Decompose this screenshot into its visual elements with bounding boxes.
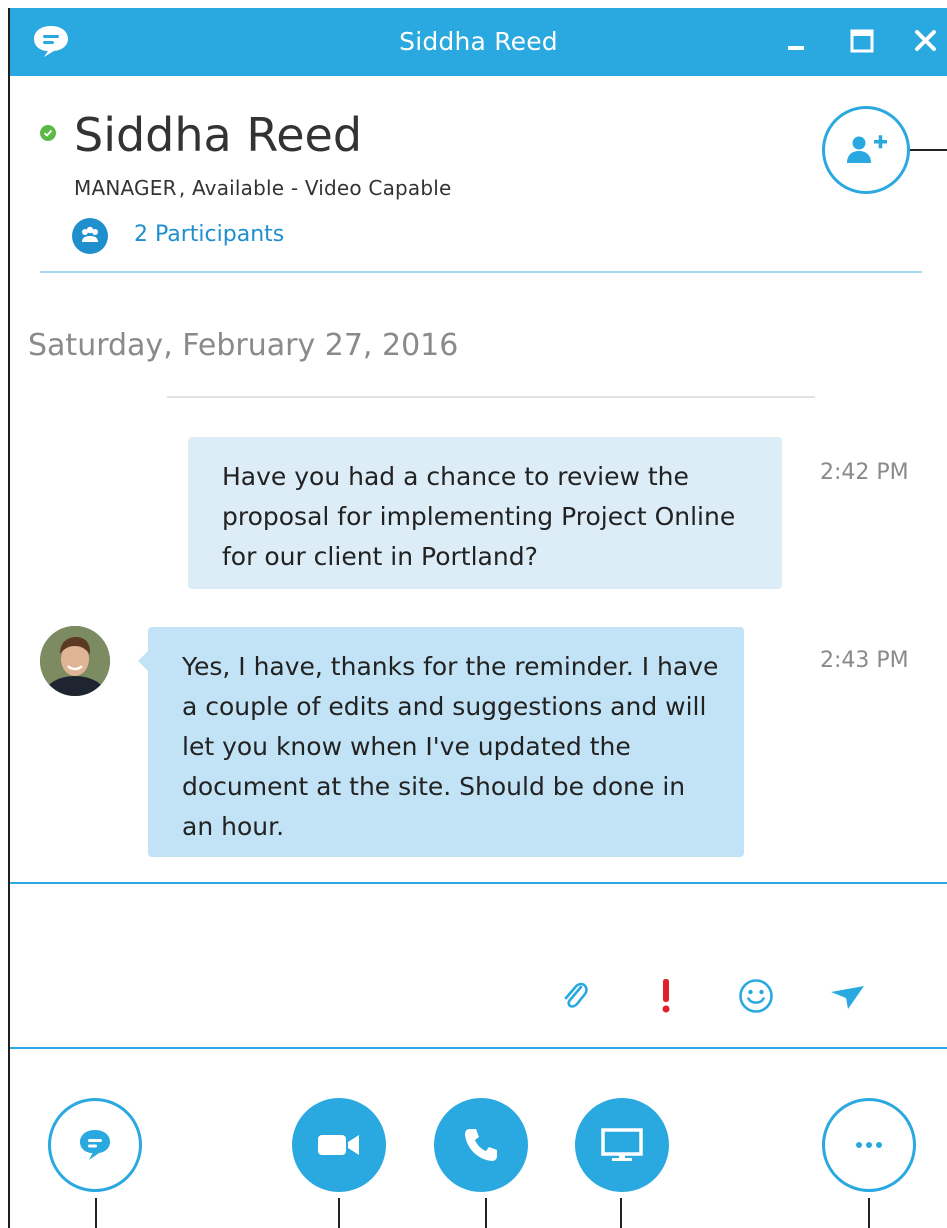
im-button[interactable] xyxy=(48,1098,142,1192)
compose-bottom-divider xyxy=(10,1047,947,1049)
callout-line xyxy=(910,149,947,151)
message-text: Yes, I have, thanks for the reminder. I … xyxy=(182,652,719,841)
presence-available-icon xyxy=(40,125,56,141)
callout-line xyxy=(868,1198,870,1228)
more-icon xyxy=(856,1142,882,1148)
date-divider xyxy=(167,396,815,398)
callout-line xyxy=(95,1198,97,1228)
header-divider xyxy=(40,271,922,273)
audio-call-button[interactable] xyxy=(434,1098,528,1192)
send-icon[interactable] xyxy=(828,976,868,1016)
message-input[interactable] xyxy=(10,884,947,962)
add-people-button[interactable] xyxy=(822,106,910,194)
monitor-icon xyxy=(601,1128,643,1161)
bubble-tail xyxy=(138,651,148,671)
message-timestamp: 2:43 PM xyxy=(820,648,909,673)
more-options-button[interactable] xyxy=(822,1098,916,1192)
share-screen-button[interactable] xyxy=(575,1098,669,1192)
contact-name[interactable]: Siddha Reed xyxy=(74,108,362,162)
add-person-icon xyxy=(847,135,887,163)
chat-window: Siddha Reed Siddha Reed MANAGER , Availa… xyxy=(0,0,947,1228)
phone-icon xyxy=(465,1129,497,1161)
title-bar: Siddha Reed xyxy=(10,8,947,76)
message-bubble-sent: Have you had a chance to review the prop… xyxy=(188,437,782,589)
message-timestamp: 2:42 PM xyxy=(820,460,909,485)
chat-icon xyxy=(80,1130,110,1160)
close-button[interactable] xyxy=(906,22,946,62)
callout-line xyxy=(338,1198,340,1228)
participants-icon[interactable] xyxy=(72,218,108,254)
message-bubble-received: Yes, I have, thanks for the reminder. I … xyxy=(138,627,744,857)
video-camera-icon xyxy=(318,1135,359,1155)
exclamation-icon[interactable] xyxy=(646,976,686,1016)
video-call-button[interactable] xyxy=(292,1098,386,1192)
participants-link[interactable]: 2 Participants xyxy=(134,222,284,247)
smiley-icon[interactable] xyxy=(736,976,776,1016)
contact-status: MANAGER , Available - Video Capable xyxy=(74,176,452,200)
paperclip-icon[interactable] xyxy=(556,976,596,1016)
minimize-button[interactable] xyxy=(778,22,818,62)
date-separator: Saturday, February 27, 2016 xyxy=(28,328,459,363)
callout-line xyxy=(620,1198,622,1228)
avatar[interactable] xyxy=(40,626,110,696)
maximize-button[interactable] xyxy=(842,22,882,62)
callout-line xyxy=(485,1198,487,1228)
window-border xyxy=(8,8,10,1228)
